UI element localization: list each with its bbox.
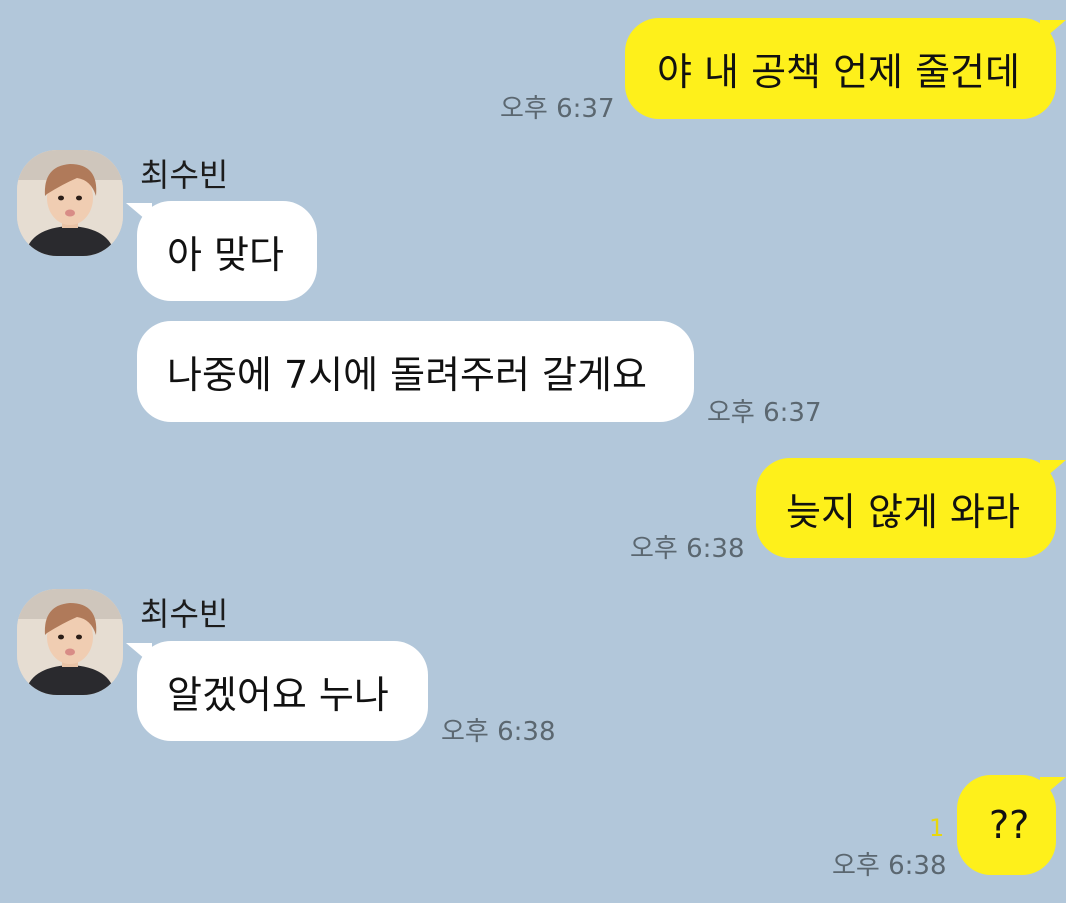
bubble-tail (126, 203, 152, 225)
message-text: 아 맞다 (167, 232, 284, 277)
their-message-bubble[interactable]: 아 맞다 (137, 201, 317, 301)
message-time: 오후 6:38 (630, 534, 745, 564)
chat-room: 야 내 공책 언제 줄건데 오후 6:37 최수빈 아 맞다 나중에 7시에 돌… (0, 0, 1066, 903)
avatar[interactable] (17, 589, 123, 695)
unread-count: 1 (929, 814, 945, 842)
avatar[interactable] (17, 150, 123, 256)
my-message-bubble[interactable]: 야 내 공책 언제 줄건데 (625, 18, 1056, 119)
message-text: 늦지 않게 와라 (786, 489, 1020, 534)
message-text: 알겠어요 누나 (167, 672, 389, 717)
sender-name: 최수빈 (140, 595, 229, 633)
their-message-bubble[interactable]: 알겠어요 누나 (137, 641, 428, 741)
message-text: ?? (989, 803, 1030, 847)
sender-name: 최수빈 (140, 156, 229, 194)
message-time: 오후 6:37 (707, 398, 822, 428)
profile-photo (17, 589, 123, 695)
profile-photo (17, 150, 123, 256)
my-message-bubble[interactable]: 늦지 않게 와라 (756, 458, 1056, 558)
their-message-bubble[interactable]: 나중에 7시에 돌려주러 갈게요 (137, 321, 694, 422)
message-text: 나중에 7시에 돌려주러 갈게요 (167, 353, 647, 397)
bubble-tail (1040, 777, 1066, 799)
message-time: 오후 6:37 (500, 94, 615, 124)
bubble-tail (1040, 460, 1066, 482)
bubble-tail (1040, 20, 1066, 42)
message-text: 야 내 공책 언제 줄건데 (657, 50, 1020, 94)
message-time: 오후 6:38 (441, 717, 556, 747)
message-time: 오후 6:38 (832, 851, 947, 881)
bubble-tail (126, 643, 152, 665)
